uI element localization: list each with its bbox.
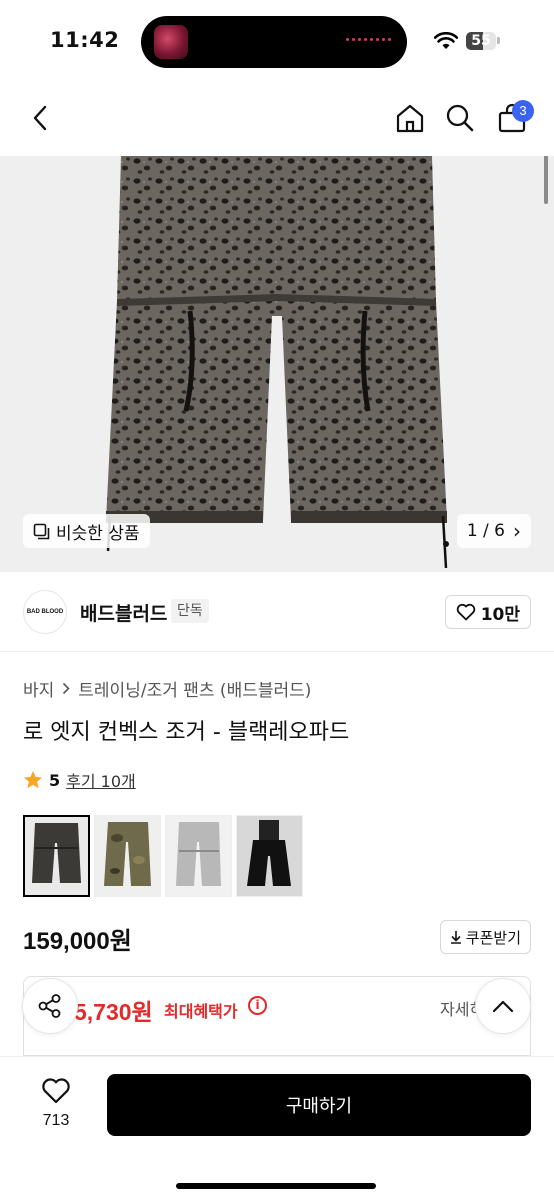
similar-products-label: 비슷한 상품 [56,523,140,544]
cart-count-badge: 3 [512,100,534,122]
brand-name[interactable]: 배드블러드 [80,599,167,626]
chevron-right-icon [63,682,70,695]
similar-products-button[interactable]: 비슷한 상품 [23,514,150,548]
brand-row: BAD BLOOD 배드블러드 단독 10만 [0,572,554,652]
breadcrumb: 바지 트레이닝/조거 팬츠 (배드블러드) [23,676,311,701]
back-button[interactable] [18,96,62,140]
battery-cap [497,37,500,44]
home-button[interactable] [388,96,432,140]
thumb-image [95,816,160,896]
review-count-link[interactable]: 후기 10개 [66,768,136,792]
thumb-image [166,816,231,896]
thumb-image [237,816,302,896]
product-price: 159,000원 [23,928,132,955]
live-activity-indicator [346,38,391,41]
rating-score: 5 [49,770,61,790]
back-arrow-icon [33,105,47,131]
status-time: 11:42 [50,28,120,52]
dynamic-island [141,16,407,68]
share-icon [38,994,61,1018]
color-thumb-camo[interactable] [94,815,161,897]
product-image-carousel[interactable]: 비슷한 상품 1 / 6 › [0,156,554,572]
search-icon [446,104,474,132]
breadcrumb-subcategory[interactable]: 트레이닝/조거 팬츠 (배드블러드) [78,676,311,701]
coupon-label: 쿠폰받기 [465,928,521,947]
brand-like-count: 10만 [480,604,520,625]
share-button[interactable] [22,978,78,1034]
home-icon [396,104,424,133]
coupon-download-button[interactable]: 쿠폰받기 [439,920,531,954]
status-bar: 11:42 55 [0,0,554,84]
battery-percent: 55 [471,33,491,49]
home-indicator [176,1183,376,1189]
battery-icon: 55 [466,32,496,50]
wifi-icon [434,32,458,49]
search-button[interactable] [438,96,482,140]
brand-like-button[interactable]: 10만 [444,595,531,629]
top-nav-bar: 3 [0,84,554,156]
wishlist-button[interactable]: 713 [26,1077,86,1130]
color-thumb-black-leopard[interactable] [23,815,90,897]
image-counter: 1 / 6 [466,521,505,541]
color-thumb-grey[interactable] [165,815,232,897]
live-activity-app-icon [154,25,188,59]
chevron-right-icon: › [513,519,521,543]
color-thumb-black-model[interactable] [236,815,303,897]
image-counter-button[interactable]: 1 / 6 › [456,514,531,548]
rating-row: 5 후기 10개 [23,768,136,792]
similar-items-icon [33,523,50,539]
color-option-thumbnails [23,815,303,897]
download-icon [450,931,461,944]
star-icon [24,771,42,789]
heart-outline-icon [42,1078,70,1104]
max-benefit-label: 최대혜택가 [164,1002,238,1021]
buy-button[interactable]: 구매하기 [107,1074,531,1136]
scroll-indicator [544,156,548,204]
wishlist-count: 713 [42,1112,70,1129]
chevron-up-icon [492,1000,514,1013]
max-benefit-price: 5,730원 [74,999,153,1025]
cart-button[interactable]: 3 [490,96,534,140]
bottom-purchase-bar: 713 구매하기 [0,1056,554,1200]
breadcrumb-category[interactable]: 바지 [23,676,54,701]
product-title: 로 엣지 컨벡스 조거 - 블랙레오파드 [23,720,350,745]
product-photo-leopard-pants [0,156,554,572]
exclusive-badge: 단독 [171,599,209,623]
info-icon[interactable]: i [248,996,267,1015]
heart-outline-icon [456,603,475,621]
scroll-to-top-button[interactable] [475,978,531,1034]
brand-logo[interactable]: BAD BLOOD [23,590,67,634]
thumb-image [25,817,88,895]
